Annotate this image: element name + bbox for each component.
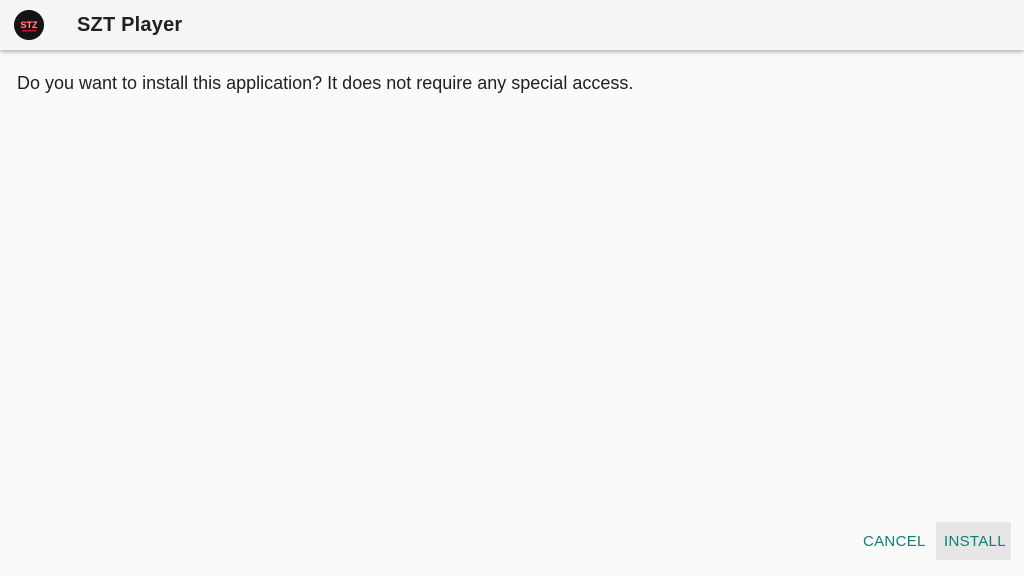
install-content: Do you want to install this application?… xyxy=(0,50,1024,576)
svg-text:STZ: STZ xyxy=(21,20,39,30)
szt-logo-icon: STZ xyxy=(14,10,44,40)
app-bar: STZ SZT Player xyxy=(0,0,1024,50)
cancel-button[interactable]: CANCEL xyxy=(855,522,927,560)
app-title: SZT Player xyxy=(77,14,183,36)
install-button[interactable]: INSTALL xyxy=(936,522,1011,560)
install-message: Do you want to install this application?… xyxy=(17,73,634,93)
